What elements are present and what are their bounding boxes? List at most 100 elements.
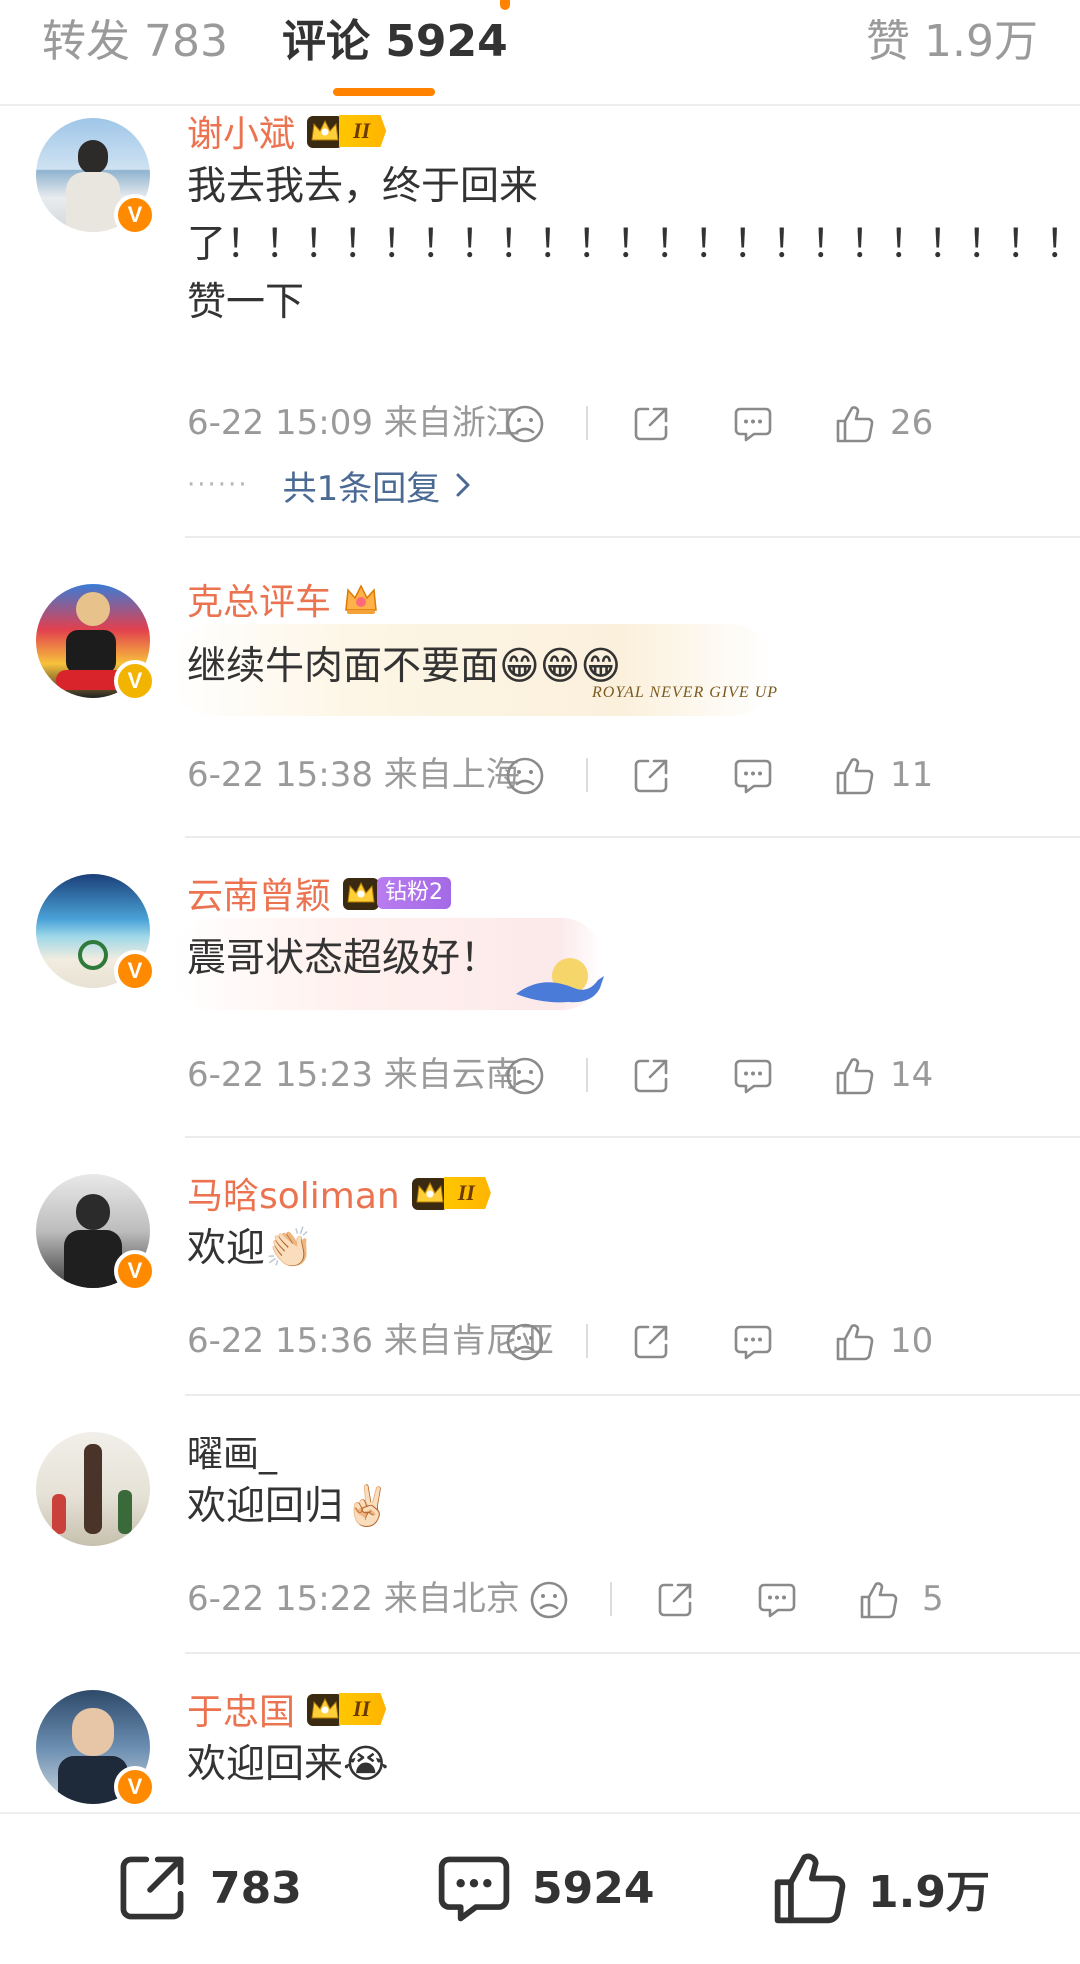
comment-text: 震哥状态超级好！ (187, 936, 500, 981)
comment-time-location: 6-22 15:36 来自肯尼亚 (187, 1321, 554, 1361)
username[interactable]: 于忠国 (187, 1683, 295, 1735)
sad-face-icon[interactable] (528, 1579, 570, 1621)
comment-icon (434, 1848, 514, 1928)
view-replies-link[interactable]: 共1条回复 (283, 461, 441, 510)
tab-repost[interactable]: 转发 783 (42, 12, 228, 72)
comment-meta: 6-22 15:38 来自上海 11 (187, 750, 1044, 800)
comment-text: 欢迎回归✌🏻 (187, 1484, 392, 1529)
share-icon[interactable] (654, 1579, 696, 1621)
thumbs-up-icon[interactable] (834, 1321, 876, 1363)
thumbs-up-icon[interactable] (858, 1579, 900, 1621)
sad-face-icon[interactable] (504, 403, 546, 445)
comment-count: 5924 (532, 1862, 655, 1914)
comment-item: V 马晗soliman II 欢迎👏🏻 6-22 15:36 来自肯尼亚 10 (0, 1138, 1080, 1396)
sad-face-icon[interactable] (504, 1055, 546, 1097)
name-row: 于忠国 II (187, 1683, 387, 1735)
like-count: 5 (922, 1579, 944, 1619)
chevron-right-icon (454, 471, 472, 499)
comment-time-location: 6-22 15:22 来自北京 (187, 1579, 520, 1619)
comment-item: V 云南曾颖 钻粉2 震哥状态超级好！ 6-22 15:23 来自云南 14 (0, 838, 1080, 1138)
avatar[interactable]: V (36, 874, 156, 992)
thumbs-up-icon[interactable] (834, 403, 876, 445)
verified-v-icon: V (114, 660, 156, 702)
username[interactable]: 克总评车 (187, 573, 331, 625)
name-row: 克总评车 (187, 574, 381, 624)
comment-icon[interactable] (732, 1055, 774, 1097)
active-tab-indicator (333, 88, 435, 96)
comment-tab-bar: 转发 783 评论 5924 赞 1.9万 (0, 0, 1080, 106)
share-icon[interactable] (630, 403, 672, 445)
avatar[interactable]: V (36, 1174, 156, 1292)
bottom-action-bar: 783 5924 1.9万 (0, 1812, 1080, 1964)
divider (610, 1582, 612, 1616)
comment-icon[interactable] (732, 1321, 774, 1363)
comment-item: V 谢小斌 II 我去我去，终于回来了！！！！！！！！！！！！！！！！！！！！！… (0, 106, 1080, 538)
comment-text: 我去我去，终于回来了！！！！！！！！！！！！！！！！！！！！！！！！赞一下 (187, 164, 1080, 325)
vip-badge: II (410, 1174, 491, 1212)
sad-face-icon[interactable] (504, 1321, 546, 1363)
share-icon[interactable] (630, 1321, 672, 1363)
thumbs-up-icon[interactable] (834, 1055, 876, 1097)
vip-badge: II (305, 112, 387, 150)
comment-text: 继续牛肉面不要面😁😁😁 (187, 644, 621, 689)
like-count: 14 (890, 1055, 934, 1095)
avatar[interactable]: V (36, 118, 156, 236)
name-row: 马晗soliman II (187, 1168, 491, 1218)
vip-level: II (339, 115, 387, 147)
indicator-dot (500, 0, 510, 10)
reply-summary[interactable]: ······ 共1条回复 (187, 460, 472, 510)
comment-meta: 6-22 15:36 来自肯尼亚 10 (187, 1316, 1044, 1366)
share-icon (112, 1848, 192, 1928)
comment-meta: 6-22 15:23 来自云南 14 (187, 1050, 1044, 1100)
vip-badge: 钻粉2 (341, 874, 452, 912)
share-icon[interactable] (630, 755, 672, 797)
comment-item: 曜画_ 欢迎回归✌🏻 6-22 15:22 来自北京 5 (0, 1396, 1080, 1654)
divider (586, 1324, 588, 1358)
divider (586, 406, 588, 440)
divider (586, 1058, 588, 1092)
divider (586, 758, 588, 792)
like-count: 10 (890, 1321, 934, 1361)
username[interactable]: 马晗soliman (187, 1167, 400, 1219)
tab-like[interactable]: 赞 1.9万 (866, 12, 1038, 72)
comment-item: V 于忠国 II 欢迎回来😭 (0, 1654, 1080, 1812)
sad-face-icon[interactable] (504, 755, 546, 797)
username[interactable]: 云南曾颖 (187, 867, 331, 919)
verified-v-icon: V (114, 950, 156, 992)
share-icon[interactable] (630, 1055, 672, 1097)
name-row: 谢小斌 II (187, 106, 387, 157)
comment-list[interactable]: V 谢小斌 II 我去我去，终于回来了！！！！！！！！！！！！！！！！！！！！！… (0, 106, 1080, 1812)
comment-icon[interactable] (732, 403, 774, 445)
verified-v-icon: V (114, 1766, 156, 1808)
like-button[interactable]: 1.9万 (770, 1848, 990, 1928)
comment-icon[interactable] (756, 1579, 798, 1621)
tab-comment[interactable]: 评论 5924 (282, 12, 508, 72)
vip-badge (341, 580, 381, 618)
comment-meta: 6-22 15:09 来自浙江 26 (187, 398, 1044, 448)
like-count: 26 (890, 403, 934, 443)
comment-button[interactable]: 5924 (434, 1848, 654, 1928)
comment-time-location: 6-22 15:38 来自上海 (187, 755, 520, 795)
username[interactable]: 曜画_ (187, 1425, 277, 1477)
reply-dots: ······ (187, 470, 249, 500)
crown-icon (341, 580, 381, 618)
thumbs-up-icon[interactable] (834, 755, 876, 797)
comment-item: V 克总评车 ROYAL NEVER GIVE UP 继续牛肉面不要面😁😁😁 6… (0, 538, 1080, 838)
comment-text: 欢迎回来😭 (187, 1742, 389, 1787)
avatar[interactable]: V (36, 584, 156, 702)
verified-v-icon: V (114, 194, 156, 236)
repost-button[interactable]: 783 (112, 1848, 302, 1928)
verified-v-icon: V (114, 1250, 156, 1292)
vip-level: II (443, 1177, 491, 1209)
comment-time-location: 6-22 15:09 来自浙江 (187, 403, 520, 443)
comment-text: 欢迎👏🏻 (187, 1226, 314, 1271)
avatar[interactable]: V (36, 1690, 156, 1808)
comment-icon[interactable] (732, 755, 774, 797)
avatar[interactable] (36, 1432, 150, 1546)
comment-meta: 6-22 15:22 来自北京 5 (187, 1574, 1044, 1624)
username[interactable]: 谢小斌 (187, 106, 295, 157)
name-row: 曜画_ (187, 1426, 277, 1476)
vip-level: II (339, 1693, 387, 1725)
fan-badge: 钻粉2 (377, 877, 452, 909)
like-count: 11 (890, 755, 934, 795)
